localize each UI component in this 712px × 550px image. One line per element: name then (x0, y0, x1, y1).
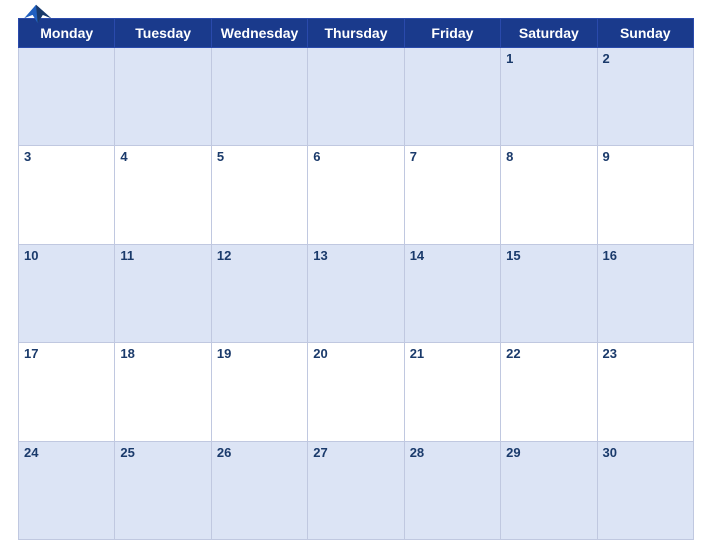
day-number: 25 (120, 445, 134, 460)
calendar-cell: 13 (308, 244, 404, 342)
calendar-week-row: 3 4 5 6 7 8 9 (19, 146, 694, 244)
calendar-cell: 12 (211, 244, 307, 342)
day-number: 2 (603, 51, 610, 66)
day-number: 18 (120, 346, 134, 361)
day-number: 30 (603, 445, 617, 460)
calendar-week-row: 12 (19, 48, 694, 146)
day-number: 8 (506, 149, 513, 164)
day-number: 17 (24, 346, 38, 361)
day-number: 1 (506, 51, 513, 66)
calendar-cell: 4 (115, 146, 211, 244)
day-number: 12 (217, 248, 231, 263)
calendar-cell: 21 (404, 343, 500, 441)
day-number: 27 (313, 445, 327, 460)
calendar-cell: 30 (597, 441, 693, 539)
day-number: 26 (217, 445, 231, 460)
calendar-week-row: 24 25 26 27 28 29 30 (19, 441, 694, 539)
calendar-cell: 11 (115, 244, 211, 342)
calendar-cell: 23 (597, 343, 693, 441)
day-number: 24 (24, 445, 38, 460)
calendar-cell (404, 48, 500, 146)
weekday-saturday: Saturday (501, 19, 597, 48)
day-number: 11 (120, 248, 134, 263)
calendar-week-row: 17 18 19 20 21 22 23 (19, 343, 694, 441)
calendar-cell: 22 (501, 343, 597, 441)
weekday-thursday: Thursday (308, 19, 404, 48)
weekday-header-row: MondayTuesdayWednesdayThursdayFridaySatu… (19, 19, 694, 48)
day-number: 13 (313, 248, 327, 263)
calendar-cell: 16 (597, 244, 693, 342)
calendar-cell: 29 (501, 441, 597, 539)
calendar-cell: 10 (19, 244, 115, 342)
day-number: 29 (506, 445, 520, 460)
calendar-week-row: 10 11 12 13 14 15 16 (19, 244, 694, 342)
day-number: 22 (506, 346, 520, 361)
day-number: 5 (217, 149, 224, 164)
calendar-cell: 25 (115, 441, 211, 539)
calendar-cell: 18 (115, 343, 211, 441)
calendar-cell: 1 (501, 48, 597, 146)
calendar-cell: 26 (211, 441, 307, 539)
day-number: 20 (313, 346, 327, 361)
day-number: 4 (120, 149, 127, 164)
weekday-tuesday: Tuesday (115, 19, 211, 48)
day-number: 21 (410, 346, 424, 361)
day-number: 7 (410, 149, 417, 164)
calendar-cell: 6 (308, 146, 404, 244)
calendar-cell: 3 (19, 146, 115, 244)
day-number: 23 (603, 346, 617, 361)
day-number: 15 (506, 248, 520, 263)
calendar-cell: 19 (211, 343, 307, 441)
calendar-cell: 27 (308, 441, 404, 539)
calendar-cell: 14 (404, 244, 500, 342)
day-number: 28 (410, 445, 424, 460)
day-number: 19 (217, 346, 231, 361)
logo-bird-icon (18, 3, 54, 25)
day-number: 16 (603, 248, 617, 263)
calendar-cell: 5 (211, 146, 307, 244)
calendar-cell (211, 48, 307, 146)
weekday-wednesday: Wednesday (211, 19, 307, 48)
day-number: 9 (603, 149, 610, 164)
calendar-cell: 8 (501, 146, 597, 244)
calendar-table: MondayTuesdayWednesdayThursdayFridaySatu… (18, 18, 694, 540)
calendar-cell (308, 48, 404, 146)
calendar-cell: 17 (19, 343, 115, 441)
calendar-cell: 28 (404, 441, 500, 539)
calendar-cell: 20 (308, 343, 404, 441)
calendar-cell: 9 (597, 146, 693, 244)
day-number: 3 (24, 149, 31, 164)
calendar-cell: 7 (404, 146, 500, 244)
day-number: 10 (24, 248, 38, 263)
weekday-sunday: Sunday (597, 19, 693, 48)
calendar-cell (115, 48, 211, 146)
weekday-friday: Friday (404, 19, 500, 48)
logo (18, 3, 54, 25)
calendar-cell (19, 48, 115, 146)
calendar-cell: 2 (597, 48, 693, 146)
day-number: 14 (410, 248, 424, 263)
calendar-cell: 15 (501, 244, 597, 342)
calendar-cell: 24 (19, 441, 115, 539)
day-number: 6 (313, 149, 320, 164)
